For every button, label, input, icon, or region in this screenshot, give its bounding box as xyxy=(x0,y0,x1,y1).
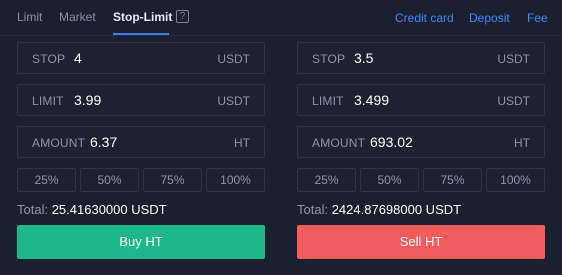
buy-total-label: Total: xyxy=(17,202,49,217)
sell-amount-input[interactable]: 693.02 xyxy=(370,134,490,150)
buy-amount-unit: HT xyxy=(234,136,250,150)
sell-pct-50-button[interactable]: 50% xyxy=(360,168,419,192)
buy-limit-label: LIMIT xyxy=(32,94,64,108)
sell-amount-field[interactable]: AMOUNT 693.02 HT xyxy=(297,126,545,158)
sell-limit-unit: USDT xyxy=(497,94,530,108)
active-tab-indicator xyxy=(113,33,169,35)
buy-pct-25-button[interactable]: 25% xyxy=(17,168,76,192)
buy-stop-field[interactable]: STOP 4 USDT xyxy=(17,42,265,74)
tab-market[interactable]: Market xyxy=(59,10,96,24)
buy-limit-field[interactable]: LIMIT 3.99 USDT xyxy=(17,84,265,116)
buy-pct-75-button[interactable]: 75% xyxy=(143,168,202,192)
sell-total: Total: 2424.87698000 USDT xyxy=(297,202,461,217)
sell-total-value: 2424.87698000 USDT xyxy=(331,202,462,217)
credit-card-link[interactable]: Credit card xyxy=(395,11,454,25)
buy-pct-100-button[interactable]: 100% xyxy=(206,168,265,192)
deposit-link[interactable]: Deposit xyxy=(469,11,510,25)
sell-limit-label: LIMIT xyxy=(312,94,344,108)
buy-total-value: 25.41630000 USDT xyxy=(51,202,167,217)
sell-total-label: Total: xyxy=(297,202,329,217)
sell-pct-75-button[interactable]: 75% xyxy=(423,168,482,192)
sell-limit-input[interactable]: 3.499 xyxy=(354,92,474,108)
sell-stop-label: STOP xyxy=(312,52,346,66)
buy-amount-input[interactable]: 6.37 xyxy=(90,134,210,150)
sell-amount-label: AMOUNT xyxy=(312,136,366,150)
buy-stop-input[interactable]: 4 xyxy=(74,50,194,66)
sell-stop-field[interactable]: STOP 3.5 USDT xyxy=(297,42,545,74)
buy-limit-unit: USDT xyxy=(217,94,250,108)
sell-amount-unit: HT xyxy=(514,136,530,150)
help-icon[interactable]: ? xyxy=(176,10,189,23)
buy-stop-unit: USDT xyxy=(217,52,250,66)
buy-amount-field[interactable]: AMOUNT 6.37 HT xyxy=(17,126,265,158)
sell-stop-unit: USDT xyxy=(497,52,530,66)
buy-amount-label: AMOUNT xyxy=(32,136,86,150)
sell-button[interactable]: Sell HT xyxy=(297,225,545,259)
sell-stop-input[interactable]: 3.5 xyxy=(354,50,474,66)
sell-limit-field[interactable]: LIMIT 3.499 USDT xyxy=(297,84,545,116)
order-type-tabs: Limit Market Stop-Limit ? Credit card De… xyxy=(0,0,562,36)
buy-limit-input[interactable]: 3.99 xyxy=(74,92,194,108)
buy-pct-50-button[interactable]: 50% xyxy=(80,168,139,192)
sell-pct-100-button[interactable]: 100% xyxy=(486,168,545,192)
tab-limit[interactable]: Limit xyxy=(17,10,42,24)
fee-link[interactable]: Fee xyxy=(527,11,548,25)
tab-stop-limit[interactable]: Stop-Limit xyxy=(113,10,172,24)
buy-button[interactable]: Buy HT xyxy=(17,225,265,259)
buy-total: Total: 25.41630000 USDT xyxy=(17,202,167,217)
sell-pct-25-button[interactable]: 25% xyxy=(297,168,356,192)
buy-stop-label: STOP xyxy=(32,52,66,66)
